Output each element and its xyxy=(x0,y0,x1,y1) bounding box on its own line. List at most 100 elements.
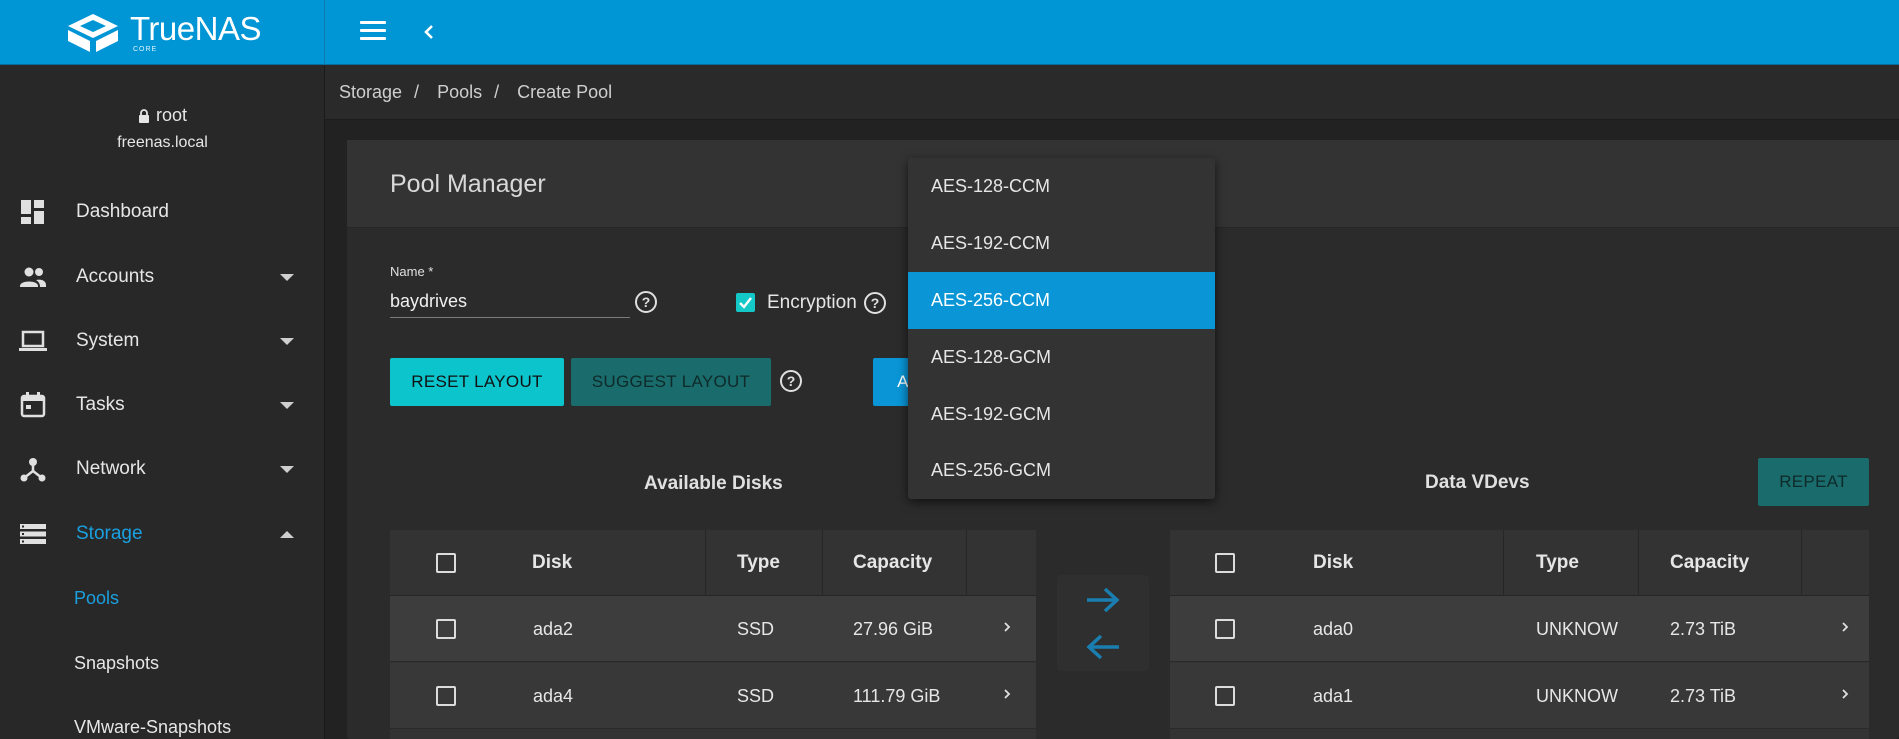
caret-down-icon xyxy=(280,337,294,345)
disk-type: SSD xyxy=(737,618,775,639)
disk-capacity: 27.96 GiB xyxy=(853,618,934,639)
encryption-checkbox[interactable] xyxy=(736,293,755,312)
caret-up-icon xyxy=(280,530,294,538)
menu-toggle-icon[interactable] xyxy=(360,21,386,43)
available-disks-table: Disk Type Capacity ada2 SSD 27.96 GiB ad… xyxy=(390,530,1036,739)
available-disks-title: Available Disks xyxy=(644,473,783,494)
cipher-option[interactable]: AES-192-GCM xyxy=(908,386,1215,443)
disk-name: ada1 xyxy=(1313,685,1354,706)
row-checkbox[interactable] xyxy=(436,619,456,639)
cipher-option[interactable]: AES-128-CCM xyxy=(908,158,1215,215)
table-row[interactable]: ada2 SSD 27.96 GiB xyxy=(390,596,1036,662)
breadcrumb-separator: / xyxy=(414,81,420,102)
sidebar-item-tasks[interactable]: Tasks xyxy=(0,373,325,437)
sidebar-item-network[interactable]: Network xyxy=(0,437,325,501)
brand-subtitle: CORE xyxy=(133,46,158,53)
disk-capacity: 2.73 TiB xyxy=(1670,685,1737,706)
table-row[interactable]: ada4 SSD 111.79 GiB xyxy=(390,663,1036,729)
disk-capacity: 2.73 TiB xyxy=(1670,618,1737,639)
help-icon[interactable]: ? xyxy=(864,292,886,314)
breadcrumb-storage[interactable]: Storage xyxy=(339,82,402,103)
dashboard-icon xyxy=(21,200,44,224)
network-icon xyxy=(20,458,46,482)
column-header-capacity[interactable]: Capacity xyxy=(1670,530,1749,596)
breadcrumb-create-pool: Create Pool xyxy=(517,81,613,102)
sidebar-subitem-label: Pools xyxy=(74,587,120,608)
logo-area[interactable]: TrueNAS CORE xyxy=(0,0,325,65)
user-info: root freenas.local xyxy=(0,105,325,152)
username: root xyxy=(155,105,188,125)
sidebar-subitem-label: VMware-Snapshots xyxy=(74,716,232,737)
table-header: Disk Type Capacity xyxy=(1170,530,1869,596)
disk-type: UNKNOW xyxy=(1536,685,1618,706)
select-all-checbox[interactable] xyxy=(1215,553,1235,573)
column-header-disk[interactable]: Disk xyxy=(532,530,572,596)
row-checkbox[interactable] xyxy=(436,686,456,706)
disk-name: ada2 xyxy=(533,618,574,639)
reset-layout-button[interactable]: RESET LAYOUT xyxy=(390,358,564,406)
sidebar-item-label: Tasks xyxy=(76,394,125,415)
people-icon xyxy=(20,267,46,287)
column-header-disk[interactable]: Disk xyxy=(1313,530,1353,596)
breadcrumb-pools[interactable]: Pools xyxy=(437,82,482,103)
caret-down-icon xyxy=(280,465,294,473)
sidebar: root freenas.local Dashboard Accounts Sy… xyxy=(0,65,325,739)
pool-name-input[interactable] xyxy=(390,286,630,318)
caret-down-icon xyxy=(280,273,294,281)
sidebar-item-label: Network xyxy=(76,458,146,479)
sidebar-subitem-vmware-snapshots[interactable]: VMware-Snapshots xyxy=(0,695,325,739)
sidebar-item-label: Storage xyxy=(76,523,143,544)
table-row[interactable]: ada0 UNKNOW 2.73 TiB xyxy=(1170,596,1869,662)
name-field-label: Name * xyxy=(390,264,434,279)
sidebar-item-label: System xyxy=(76,330,140,351)
repeat-button[interactable]: REPEAT xyxy=(1758,458,1869,506)
chevron-right-icon[interactable] xyxy=(1000,687,1014,701)
column-header-type[interactable]: Type xyxy=(737,530,780,596)
page-title: Pool Manager xyxy=(390,170,546,198)
table-row[interactable]: ada1 UNKNOW 2.73 TiB xyxy=(1170,663,1869,729)
sidebar-item-storage[interactable]: Storage xyxy=(0,502,325,566)
row-checkbox[interactable] xyxy=(1215,619,1235,639)
column-header-type[interactable]: Type xyxy=(1536,530,1579,596)
cipher-option-selected[interactable]: AES-256-CCM xyxy=(908,272,1215,329)
chevron-left-icon[interactable] xyxy=(418,18,438,46)
cipher-option[interactable]: AES-192-CCM xyxy=(908,215,1215,272)
cipher-option[interactable]: AES-256-GCM xyxy=(908,442,1215,499)
data-vdevs-table: Disk Type Capacity ada0 UNKNOW 2.73 TiB … xyxy=(1170,530,1869,739)
brand-name: TrueNAS xyxy=(130,10,261,47)
suggest-layout-button[interactable]: SUGGEST LAYOUT xyxy=(571,358,771,406)
disk-capacity: 111.79 GiB xyxy=(853,685,941,706)
sidebar-subitem-label: Snapshots xyxy=(74,652,160,673)
truenas-logo-icon xyxy=(68,14,118,52)
storage-icon xyxy=(20,524,46,544)
chevron-right-icon[interactable] xyxy=(1838,687,1852,701)
hostname: freenas.local xyxy=(117,134,208,151)
calendar-icon xyxy=(20,392,46,418)
caret-down-icon xyxy=(280,401,294,409)
chevron-right-icon[interactable] xyxy=(1000,620,1014,634)
help-icon[interactable]: ? xyxy=(635,291,657,313)
row-checkbox[interactable] xyxy=(1215,686,1235,706)
sidebar-subitem-pools[interactable]: Pools xyxy=(0,566,325,630)
cipher-option[interactable]: AES-128-GCM xyxy=(908,329,1215,386)
chevron-right-icon[interactable] xyxy=(1838,620,1852,634)
sidebar-item-dashboard[interactable]: Dashboard xyxy=(0,180,325,244)
help-icon[interactable]: ? xyxy=(780,370,802,392)
column-header-capacity[interactable]: Capacity xyxy=(853,530,932,596)
breadcrumb: Storage / Pools / Create Pool xyxy=(325,65,1899,120)
laptop-icon xyxy=(19,330,47,351)
move-disks-controls xyxy=(1057,575,1149,671)
sidebar-item-system[interactable]: System xyxy=(0,309,325,373)
disk-name: ada4 xyxy=(533,685,574,706)
sidebar-subitem-snapshots[interactable]: Snapshots xyxy=(0,631,325,695)
disk-type: SSD xyxy=(737,685,775,706)
check-icon xyxy=(739,297,752,309)
lock-icon xyxy=(138,108,149,123)
breadcrumb-separator: / xyxy=(494,81,500,102)
encryption-label: Encryption xyxy=(767,292,857,313)
sidebar-item-accounts[interactable]: Accounts xyxy=(0,245,325,309)
select-all-checkbox[interactable] xyxy=(436,553,456,573)
sidebar-item-label: Dashboard xyxy=(76,201,169,222)
arrow-right-icon[interactable] xyxy=(1083,585,1123,615)
arrow-left-icon[interactable] xyxy=(1083,632,1123,662)
